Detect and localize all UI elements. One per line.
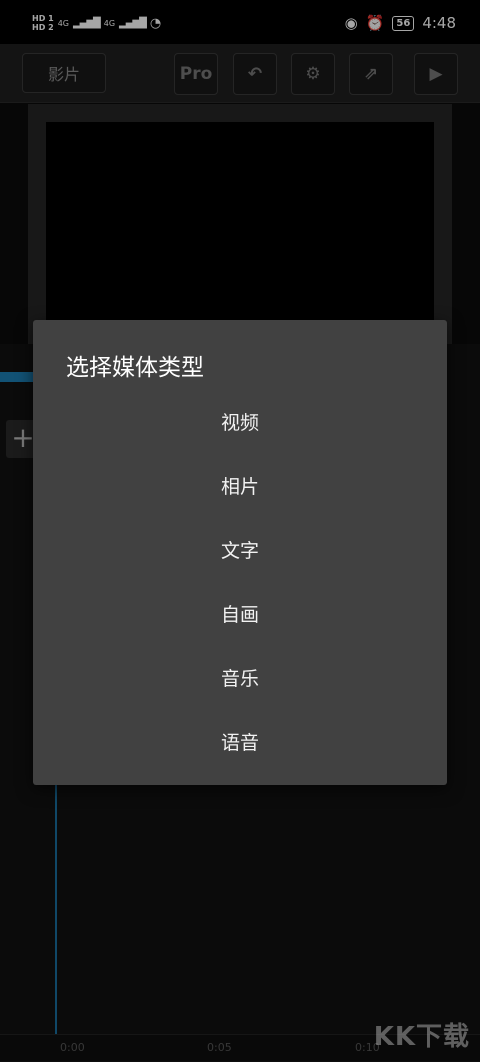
menu-item-voice[interactable]: 语音 [33,711,447,775]
menu-item-music[interactable]: 音乐 [33,647,447,711]
menu-item-drawing[interactable]: 自画 [33,583,447,647]
dialog-title: 选择媒体类型 [66,355,204,381]
media-type-dialog: 选择媒体类型 视频 相片 文字 自画 音乐 语音 [33,320,447,785]
menu-item-photo[interactable]: 相片 [33,455,447,519]
menu-item-video[interactable]: 视频 [33,391,447,455]
menu-item-text[interactable]: 文字 [33,519,447,583]
